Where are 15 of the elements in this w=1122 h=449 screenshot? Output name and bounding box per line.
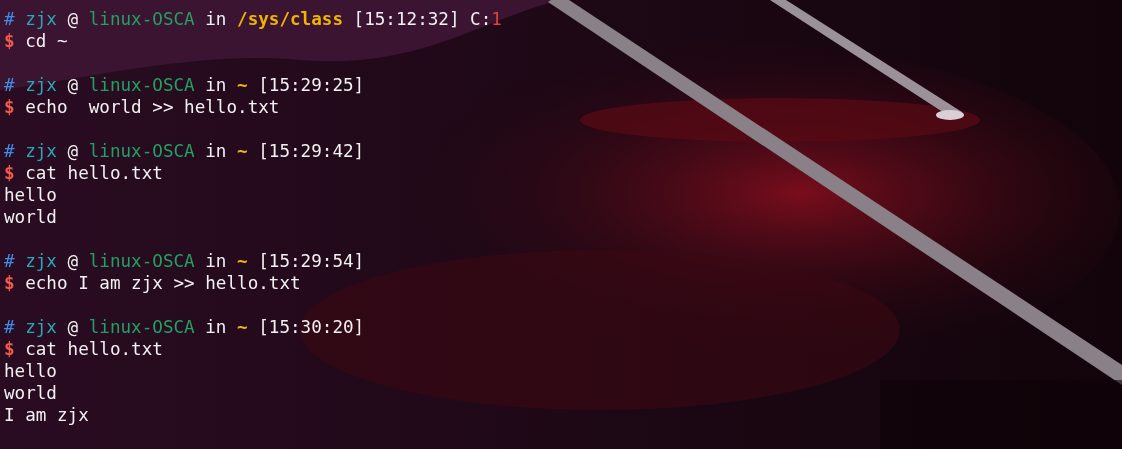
command-line: $ cat hello.txt — [4, 162, 163, 184]
prompt-line: # zjx @ linux-OSCA in ~ [15:30:20] — [4, 316, 365, 338]
output-line: hello — [4, 184, 57, 206]
output-line: world — [4, 206, 57, 228]
output-line: I am zjx — [4, 404, 89, 426]
prompt-line: # zjx @ linux-OSCA in ~ [15:29:42] — [4, 140, 365, 162]
command-line: $ cat hello.txt — [4, 338, 163, 360]
command-line: $ echo I am zjx >> hello.txt — [4, 272, 301, 294]
command-line: $ echo world >> hello.txt — [4, 96, 280, 118]
output-line: hello — [4, 360, 57, 382]
output-line: world — [4, 382, 57, 404]
command-line: $ cd ~ — [4, 30, 68, 52]
prompt-line: # zjx @ linux-OSCA in ~ [15:29:25] — [4, 74, 365, 96]
prompt-line: # zjx @ linux-OSCA in ~ [15:29:54] — [4, 250, 365, 272]
prompt-line: # zjx @ linux-OSCA in /sys/class [15:12:32] C:1 — [4, 8, 502, 30]
